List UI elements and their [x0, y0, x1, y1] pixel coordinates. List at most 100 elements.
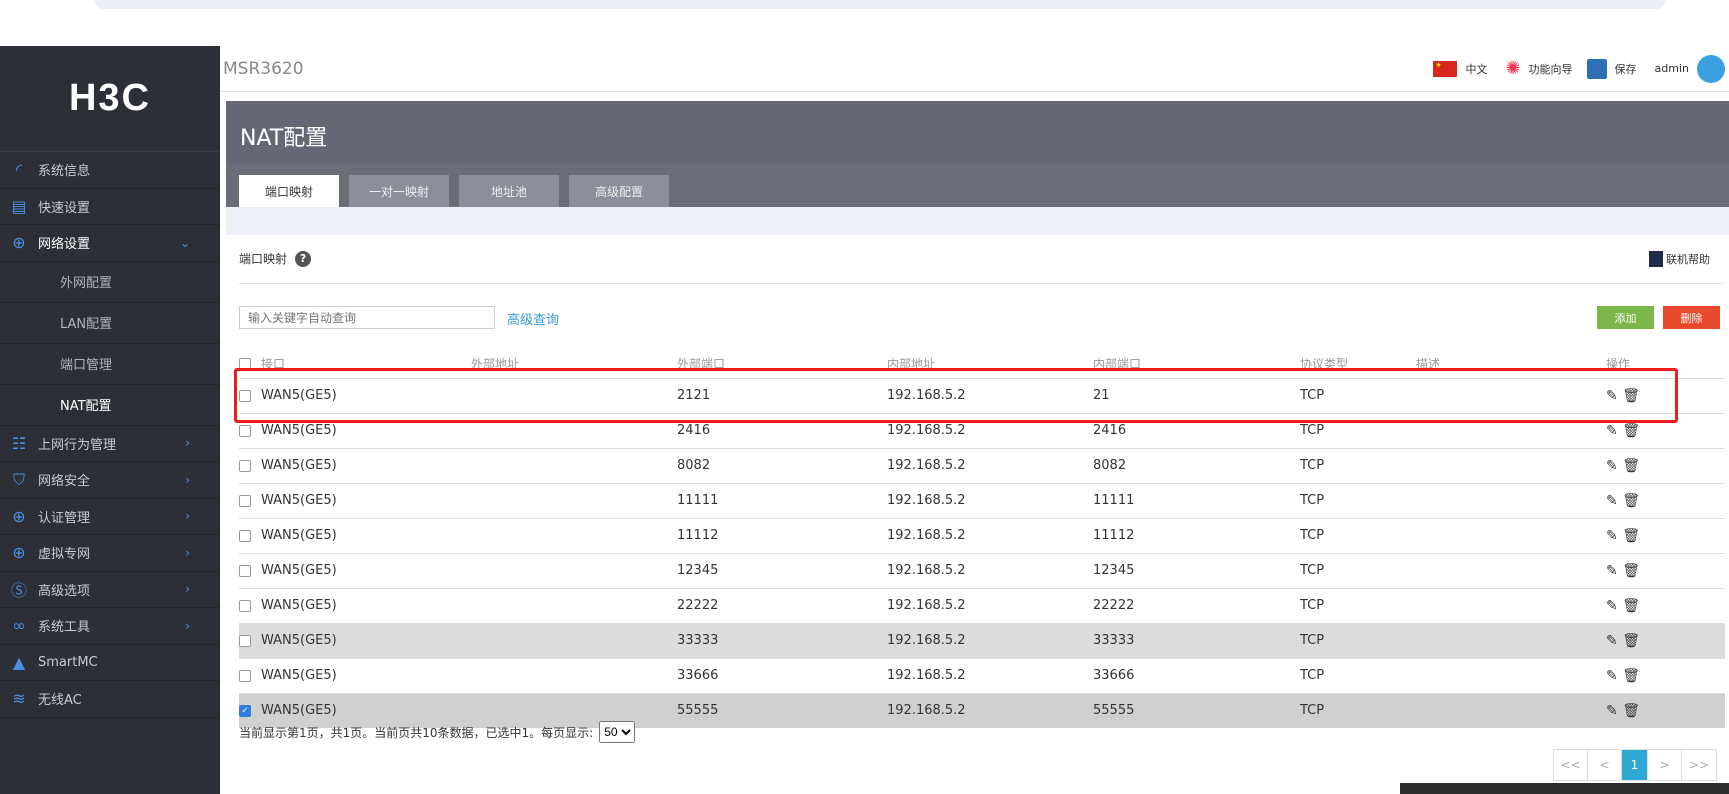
row-checkbox[interactable] [239, 599, 251, 612]
tab-1[interactable]: 一对一映射 [349, 175, 449, 207]
cell-iface: WAN5(GE5) [261, 657, 471, 693]
sidebar-item-label: 网络安全 [38, 474, 91, 490]
edit-icon[interactable]: ✎ [1606, 493, 1618, 509]
header-checkbox-cell [239, 350, 261, 378]
trash-icon[interactable]: 🗑 [1622, 458, 1640, 474]
edit-icon[interactable]: ✎ [1606, 458, 1618, 474]
cell-desc [1416, 552, 1606, 588]
cell-int-addr: 192.168.5.2 [887, 622, 1093, 658]
prev-page-button[interactable]: < [1588, 750, 1622, 780]
row-checkbox-cell [239, 412, 261, 448]
trash-icon[interactable]: 🗑 [1622, 423, 1640, 439]
row-checkbox[interactable] [239, 529, 251, 542]
sidebar-item-6[interactable]: NAT配置 [0, 385, 220, 426]
search-input[interactable] [239, 306, 495, 329]
delete-button[interactable]: 删除 [1663, 306, 1720, 329]
sidebar-item-12[interactable]: ∞ 系统工具 › [0, 608, 220, 645]
avatar[interactable] [1697, 54, 1725, 83]
trash-icon[interactable]: 🗑 [1622, 598, 1640, 614]
sidebar-item-8[interactable]: ⛉ 网络安全 › [0, 462, 220, 499]
cell-desc [1416, 622, 1606, 658]
cell-int-port: 55555 [1093, 692, 1300, 728]
first-page-button[interactable]: << [1554, 750, 1588, 780]
trash-icon[interactable]: 🗑 [1622, 528, 1640, 544]
sidebar-item-13[interactable]: ▲ SmartMC [0, 645, 220, 681]
table-row[interactable]: WAN5(GE5) 11112 192.168.5.2 11112 TCP ✎ 🗑 [239, 517, 1725, 553]
last-page-button[interactable]: >> [1682, 750, 1716, 780]
row-checkbox[interactable]: ✓ [239, 704, 251, 717]
table-row[interactable]: WAN5(GE5) 11111 192.168.5.2 11111 TCP ✎ 🗑 [239, 482, 1725, 518]
sidebar-item-5[interactable]: 端口管理 [0, 344, 220, 385]
sidebar-item-7[interactable]: ☷ 上网行为管理 › [0, 426, 220, 462]
row-checkbox[interactable] [239, 634, 251, 647]
trash-icon[interactable]: 🗑 [1622, 703, 1640, 719]
add-button[interactable]: 添加 [1597, 306, 1654, 329]
username[interactable]: admin [1655, 62, 1689, 75]
trash-icon[interactable]: 🗑 [1622, 668, 1640, 684]
table-row[interactable]: WAN5(GE5) 33333 192.168.5.2 33333 TCP ✎ 🗑 [239, 622, 1725, 658]
cell-ext-addr [471, 517, 677, 553]
sidebar-item-3[interactable]: 外网配置 [0, 262, 220, 303]
current-page-button[interactable]: 1 [1622, 750, 1648, 780]
select-all-checkbox[interactable] [239, 358, 251, 371]
china-flag-icon[interactable] [1433, 60, 1458, 77]
table-row[interactable]: WAN5(GE5) 12345 192.168.5.2 12345 TCP ✎ 🗑 [239, 552, 1725, 588]
row-checkbox[interactable] [239, 389, 251, 402]
trash-icon[interactable]: 🗑 [1622, 563, 1640, 579]
save-link[interactable]: 保存 [1615, 61, 1637, 77]
triangle-icon: ▲ [12, 652, 26, 672]
cell-int-addr: 192.168.5.2 [887, 377, 1093, 413]
wizard-icon[interactable]: ✺ [1505, 58, 1520, 79]
online-help-link[interactable]: 联机帮助 [1649, 251, 1710, 267]
sidebar-item-9[interactable]: ⊕ 认证管理 › [0, 499, 220, 535]
row-checkbox[interactable] [239, 494, 251, 507]
cell-iface: WAN5(GE5) [261, 447, 471, 483]
sidebar-item-1[interactable]: ▤ 快速设置 [0, 189, 220, 225]
edit-icon[interactable]: ✎ [1606, 633, 1618, 649]
page-size-select[interactable]: 50 [599, 721, 636, 743]
table-row[interactable]: WAN5(GE5) 8082 192.168.5.2 8082 TCP ✎ 🗑 [239, 447, 1725, 483]
port-mapping-table: 接口 外部地址 外部端口 内部地址 内部端口 协议类型 描述 操作 WAN5(GE5) 2121… [239, 350, 1725, 728]
table-row[interactable]: WAN5(GE5) 22222 192.168.5.2 22222 TCP ✎ 🗑 [239, 587, 1725, 623]
tab-0[interactable]: 端口映射 [239, 175, 339, 207]
sidebar-item-4[interactable]: LAN配置 [0, 303, 220, 344]
edit-icon[interactable]: ✎ [1606, 703, 1618, 719]
table-row[interactable]: WAN5(GE5) 2121 192.168.5.2 21 TCP ✎ 🗑 [239, 377, 1725, 413]
sidebar: H3C ◜ 系统信息 ▤ 快速设置 ⊕ 网络设置 ⌄ 外网配置 LAN配置 端口管理 NAT配置 ☷ 上… [0, 46, 220, 794]
column-header: 外部端口 [677, 357, 726, 372]
row-checkbox[interactable] [239, 564, 251, 577]
edit-icon[interactable]: ✎ [1606, 423, 1618, 439]
table-row[interactable]: WAN5(GE5) 33666 192.168.5.2 33666 TCP ✎ 🗑 [239, 657, 1725, 693]
row-checkbox[interactable] [239, 459, 251, 472]
help-icon[interactable]: ? [295, 250, 312, 267]
edit-icon[interactable]: ✎ [1606, 528, 1618, 544]
sidebar-item-14[interactable]: ≋ 无线AC [0, 681, 220, 718]
row-checkbox[interactable] [239, 424, 251, 437]
s-icon: Ⓢ [10, 581, 27, 601]
table-row[interactable]: WAN5(GE5) 2416 192.168.5.2 2416 TCP ✎ 🗑 [239, 412, 1725, 448]
edit-icon[interactable]: ✎ [1606, 668, 1618, 684]
save-icon[interactable] [1586, 58, 1607, 79]
tab-3[interactable]: 高级配置 [569, 175, 669, 207]
shield-wifi-icon: ⛉ [12, 469, 25, 489]
cell-ext-port: 8082 [677, 447, 887, 483]
gauge-icon: ◜ [15, 160, 23, 180]
row-checkbox-cell [239, 447, 261, 483]
sidebar-item-0[interactable]: ◜ 系统信息 [0, 152, 220, 189]
sidebar-item-2[interactable]: ⊕ 网络设置 ⌄ [0, 225, 220, 262]
advanced-search-link[interactable]: 高级查询 [507, 309, 559, 328]
cell-desc [1416, 517, 1606, 553]
edit-icon[interactable]: ✎ [1606, 598, 1618, 614]
tab-2[interactable]: 地址池 [459, 175, 559, 207]
trash-icon[interactable]: 🗑 [1622, 493, 1640, 509]
trash-icon[interactable]: 🗑 [1622, 388, 1640, 404]
next-page-button[interactable]: > [1648, 750, 1682, 780]
trash-icon[interactable]: 🗑 [1622, 633, 1640, 649]
edit-icon[interactable]: ✎ [1606, 563, 1618, 579]
language-link[interactable]: 中文 [1465, 61, 1487, 77]
sidebar-item-10[interactable]: ⊕ 虚拟专网 › [0, 535, 220, 572]
wizard-link[interactable]: 功能向导 [1529, 61, 1573, 77]
edit-icon[interactable]: ✎ [1606, 388, 1618, 404]
sidebar-item-11[interactable]: Ⓢ 高级选项 › [0, 572, 220, 608]
row-checkbox[interactable] [239, 669, 251, 682]
